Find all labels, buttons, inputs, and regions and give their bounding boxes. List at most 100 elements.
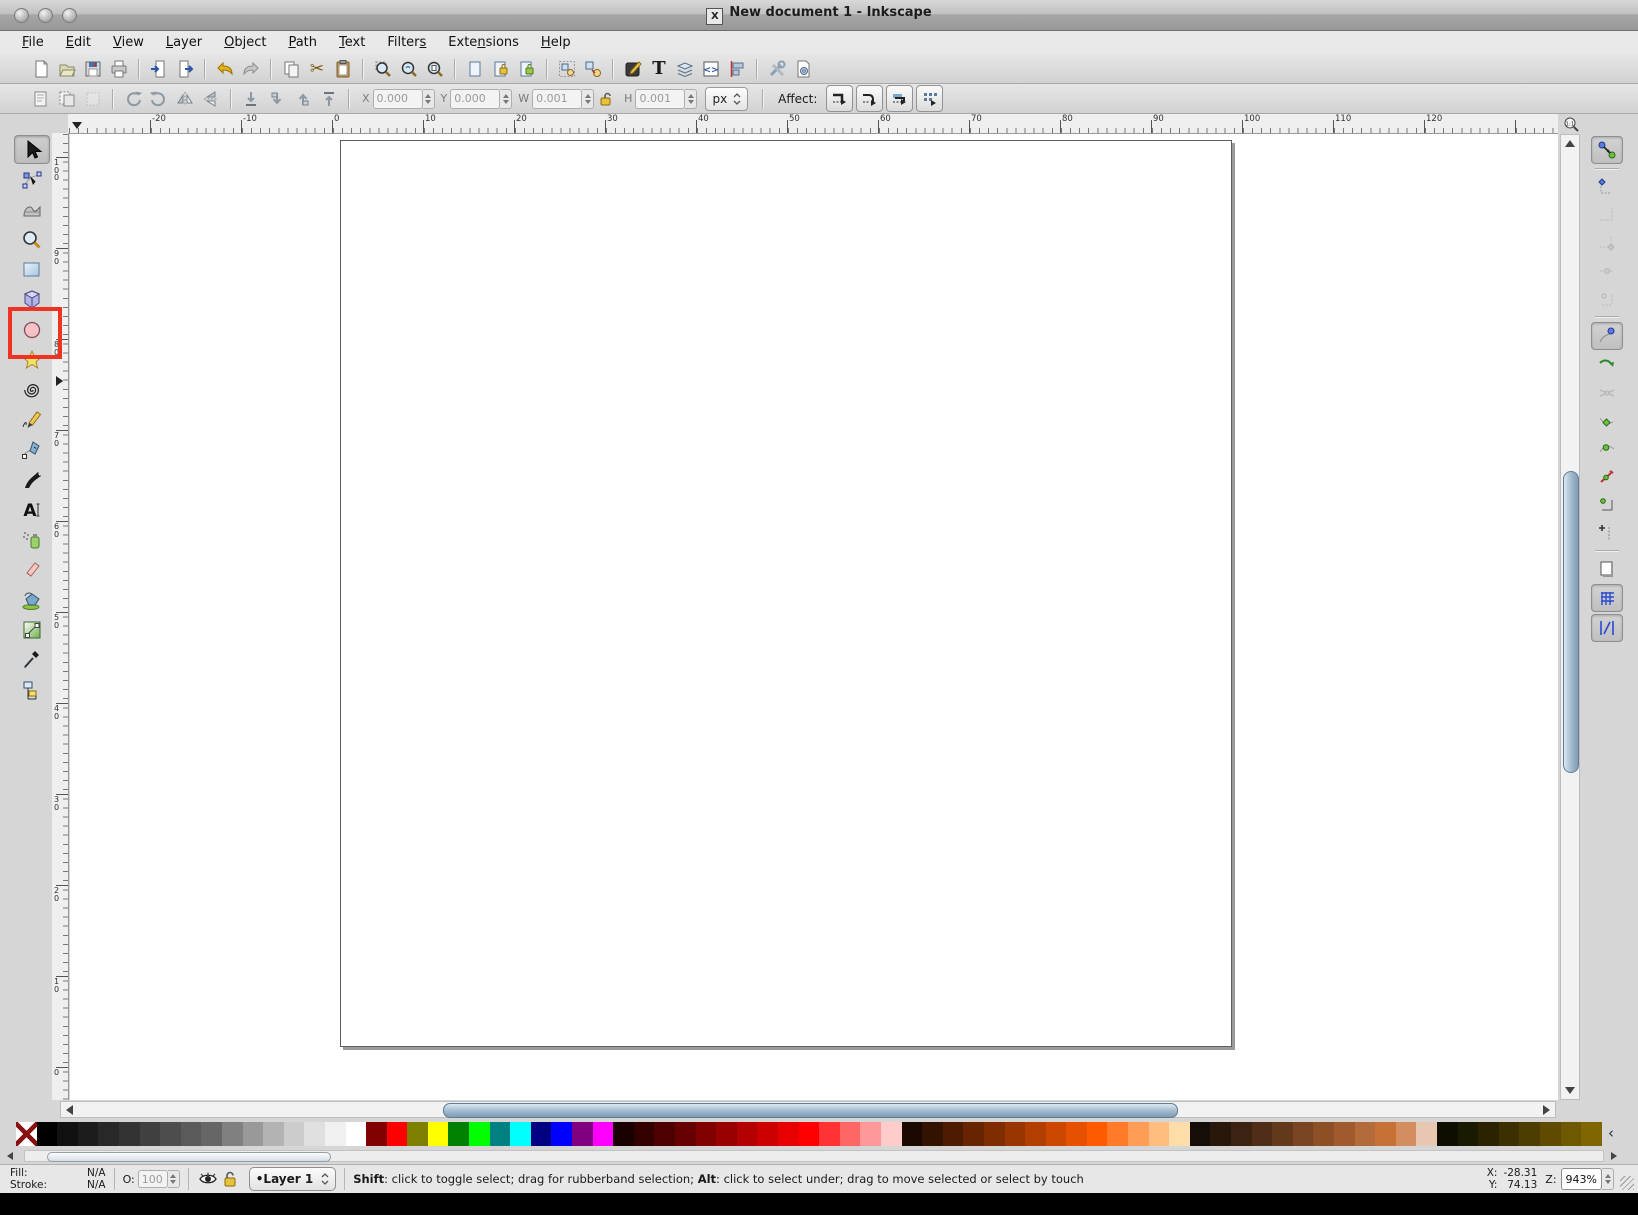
tool-spiral[interactable] xyxy=(14,375,50,404)
palette-swatch[interactable] xyxy=(325,1122,346,1146)
redo-icon[interactable] xyxy=(238,56,264,82)
open-icon[interactable] xyxy=(54,56,80,82)
palette-swatch[interactable] xyxy=(902,1122,923,1146)
menu-file[interactable]: File xyxy=(22,35,44,50)
new-document-icon[interactable] xyxy=(28,56,54,82)
scale-rounded-corners-toggle[interactable] xyxy=(856,85,883,112)
tool-spray[interactable] xyxy=(14,525,50,554)
palette-swatch[interactable] xyxy=(1107,1122,1128,1146)
snap-to-paths-toggle[interactable] xyxy=(1592,352,1622,378)
document-properties-icon[interactable] xyxy=(790,56,816,82)
snap-rotation-center-toggle[interactable] xyxy=(1592,520,1622,546)
tool-paint-bucket[interactable] xyxy=(14,585,50,614)
palette-swatch[interactable] xyxy=(593,1122,614,1146)
palette-swatch[interactable] xyxy=(551,1122,572,1146)
snap-line-midpoints-toggle[interactable] xyxy=(1592,464,1622,490)
palette-swatch[interactable] xyxy=(1231,1122,1252,1146)
palette-scroll-right-arrow[interactable] xyxy=(1611,1152,1617,1160)
palette-swatch[interactable] xyxy=(1334,1122,1355,1146)
palette-swatch[interactable] xyxy=(778,1122,799,1146)
snap-grid-toggle[interactable] xyxy=(1591,584,1623,612)
snap-cusp-nodes-toggle[interactable] xyxy=(1592,408,1622,434)
create-clone-icon[interactable] xyxy=(488,56,514,82)
ungroup-icon[interactable] xyxy=(580,56,606,82)
palette-swatch[interactable] xyxy=(201,1122,222,1146)
snap-guides-toggle[interactable] xyxy=(1591,614,1623,642)
snap-object-centers-toggle[interactable] xyxy=(1592,492,1622,518)
snap-page-border-toggle[interactable] xyxy=(1592,556,1622,582)
palette-swatch[interactable] xyxy=(1025,1122,1046,1146)
palette-swatch[interactable] xyxy=(243,1122,264,1146)
palette-swatch[interactable] xyxy=(98,1122,119,1146)
tool-zoom[interactable] xyxy=(14,225,50,254)
palette-swatch[interactable] xyxy=(1437,1122,1458,1146)
select-all-layers-icon[interactable] xyxy=(54,86,80,112)
palette-swatch[interactable] xyxy=(943,1122,964,1146)
menu-path[interactable]: Path xyxy=(288,35,317,50)
palette-scrollbar[interactable] xyxy=(24,1150,1604,1162)
palette-swatch[interactable] xyxy=(469,1122,490,1146)
palette-swatch[interactable] xyxy=(654,1122,675,1146)
opacity-spinner[interactable] xyxy=(168,1170,180,1188)
duplicate-icon[interactable] xyxy=(462,56,488,82)
snap-bbox-corners-toggle[interactable] xyxy=(1592,230,1622,256)
palette-swatch[interactable] xyxy=(181,1122,202,1146)
palette-swatch[interactable] xyxy=(284,1122,305,1146)
menu-text[interactable]: Text xyxy=(339,35,365,50)
flip-horizontal-icon[interactable] xyxy=(172,86,198,112)
palette-swatch[interactable] xyxy=(222,1122,243,1146)
resize-grip[interactable] xyxy=(1620,1176,1634,1190)
palette-swatch[interactable] xyxy=(1313,1122,1334,1146)
scale-stroke-width-toggle[interactable] xyxy=(826,85,853,112)
layer-select[interactable]: •Layer 1 xyxy=(249,1167,336,1191)
document-page[interactable] xyxy=(340,140,1232,1047)
tool-dropper[interactable] xyxy=(14,645,50,674)
menu-object[interactable]: Object xyxy=(224,35,266,50)
h-field[interactable]: 0.001 xyxy=(635,89,685,109)
palette-swatch[interactable] xyxy=(840,1122,861,1146)
palette-swatch[interactable] xyxy=(16,1122,37,1146)
export-icon[interactable] xyxy=(172,56,198,82)
tool-selector[interactable] xyxy=(14,135,50,164)
copy-icon[interactable] xyxy=(278,56,304,82)
palette-swatch[interactable] xyxy=(716,1122,737,1146)
palette-chevron-icon[interactable]: ‹ xyxy=(1608,1124,1614,1142)
zoom-spinner[interactable] xyxy=(1602,1168,1614,1190)
lock-ratio-icon[interactable] xyxy=(599,91,613,107)
palette-swatch[interactable] xyxy=(490,1122,511,1146)
print-icon[interactable] xyxy=(106,56,132,82)
palette-swatch[interactable] xyxy=(1375,1122,1396,1146)
horizontal-ruler[interactable]: -20-100102030405060708090100110120 xyxy=(68,114,1558,134)
x-field-spinner[interactable] xyxy=(423,89,435,109)
undo-icon[interactable] xyxy=(212,56,238,82)
palette-swatch[interactable] xyxy=(696,1122,717,1146)
snap-bbox-edge-midpoints-toggle[interactable] xyxy=(1592,258,1622,284)
palette-swatch[interactable] xyxy=(1478,1122,1499,1146)
xml-editor-icon[interactable]: <> xyxy=(698,56,724,82)
raise-to-top-icon[interactable] xyxy=(316,86,342,112)
palette-swatch[interactable] xyxy=(346,1122,367,1146)
scroll-up-arrow[interactable] xyxy=(1565,140,1575,147)
zoom-page-icon[interactable] xyxy=(422,56,448,82)
palette-swatch[interactable] xyxy=(1540,1122,1561,1146)
palette-swatch[interactable] xyxy=(78,1122,99,1146)
snap-smooth-nodes-toggle[interactable] xyxy=(1592,436,1622,462)
menu-layer[interactable]: Layer xyxy=(166,35,202,50)
menu-help[interactable]: Help xyxy=(541,35,571,50)
raise-icon[interactable] xyxy=(290,86,316,112)
palette-swatch[interactable] xyxy=(1272,1122,1293,1146)
palette-swatch[interactable] xyxy=(1190,1122,1211,1146)
zoom-drawing-icon[interactable] xyxy=(396,56,422,82)
palette-swatch[interactable] xyxy=(1066,1122,1087,1146)
w-field-spinner[interactable] xyxy=(582,89,594,109)
tool-rectangle[interactable] xyxy=(14,255,50,284)
menu-filters[interactable]: Filters xyxy=(387,35,426,50)
palette-swatch[interactable] xyxy=(1252,1122,1273,1146)
palette-swatch[interactable] xyxy=(304,1122,325,1146)
palette-swatch[interactable] xyxy=(634,1122,655,1146)
palette-swatch[interactable] xyxy=(1005,1122,1026,1146)
snap-bbox-edges-toggle[interactable] xyxy=(1592,202,1622,228)
tool-text[interactable]: A xyxy=(14,495,50,524)
palette-swatch[interactable] xyxy=(119,1122,140,1146)
palette-swatch[interactable] xyxy=(37,1122,58,1146)
